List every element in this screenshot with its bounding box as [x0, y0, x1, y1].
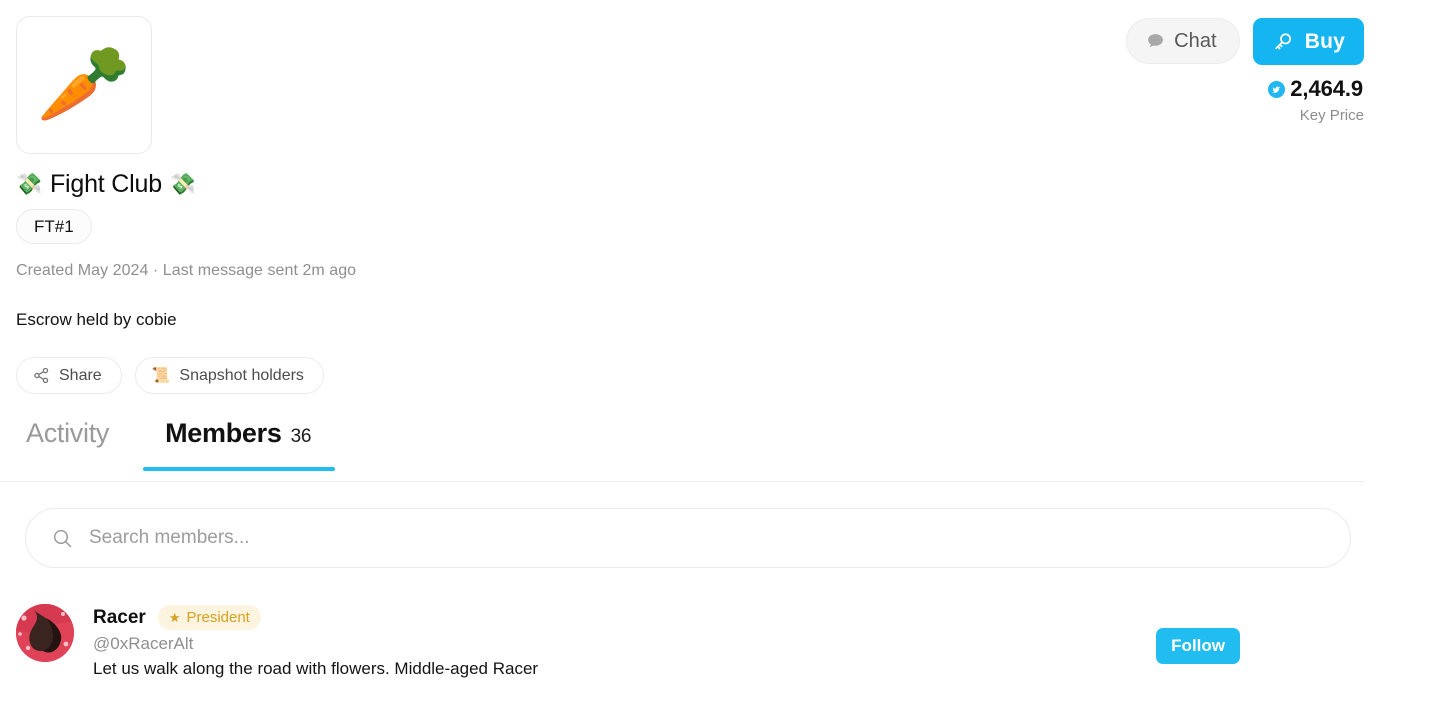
tab-activity[interactable]: Activity	[14, 418, 143, 471]
member-details: Racer ★ President @0xRacerAlt Let us wal…	[93, 602, 1137, 679]
member-name: Racer	[93, 606, 146, 628]
member-handle: @0xRacerAlt	[93, 634, 194, 653]
tab-bar: Activity Members 36	[14, 418, 336, 471]
page-title: 💸 Fight Club 💸	[16, 170, 196, 199]
follow-button[interactable]: Follow	[1156, 628, 1240, 664]
key-price-caption: Key Price	[1299, 107, 1364, 124]
snapshot-holders-label: Snapshot holders	[179, 366, 304, 384]
list-item: Racer ★ President @0xRacerAlt Let us wal…	[16, 602, 1348, 679]
tab-members-count: 36	[290, 426, 312, 447]
avatar[interactable]	[16, 604, 74, 662]
coin-icon	[1268, 80, 1286, 98]
status-badge: ★ President	[157, 605, 261, 630]
club-meta: Created May 2024 · Last message sent 2m …	[16, 262, 357, 279]
status-badge-label: President	[186, 609, 250, 626]
member-bio: Let us walk along the road with flowers.…	[93, 659, 539, 678]
tab-members[interactable]: Members 36	[143, 418, 336, 471]
ticker-badge[interactable]: FT#1	[16, 209, 92, 244]
chat-bubble-icon	[1146, 32, 1165, 51]
key-icon	[1272, 31, 1294, 53]
share-button[interactable]: Share	[16, 357, 122, 394]
money-wings-emoji-left: 💸	[16, 173, 42, 196]
search-icon	[52, 528, 73, 549]
share-icon	[33, 367, 50, 384]
key-price-value: 2,464.9	[1290, 76, 1363, 101]
club-thumbnail[interactable]: 🥕	[16, 16, 152, 154]
club-profile-page: Chat Buy 2,464.9 Key Price 🥕 💸 Fight Clu…	[0, 0, 1456, 711]
scroll-icon: 📜	[151, 367, 171, 384]
carrot-emoji: 🥕	[36, 42, 132, 127]
money-wings-emoji-right: 💸	[169, 173, 196, 196]
buy-button[interactable]: Buy	[1252, 18, 1364, 65]
member-name-line: Racer ★ President	[93, 605, 1137, 630]
tab-divider	[0, 481, 1364, 482]
chat-button[interactable]: Chat	[1126, 18, 1240, 64]
buy-button-label: Buy	[1304, 29, 1345, 53]
buy-section: Buy 2,464.9 Key Price	[1252, 18, 1364, 124]
tab-members-label: Members	[165, 418, 282, 448]
search-bar[interactable]	[25, 508, 1351, 568]
snapshot-holders-button[interactable]: 📜 Snapshot holders	[134, 357, 324, 394]
search-input[interactable]	[89, 527, 1324, 549]
club-name: Fight Club	[49, 170, 162, 198]
action-pill-row: Share 📜 Snapshot holders	[16, 357, 324, 394]
escrow-info: Escrow held by cobie	[16, 310, 177, 329]
tab-activity-label: Activity	[26, 418, 110, 448]
star-icon: ★	[168, 610, 181, 625]
top-actions: Chat Buy 2,464.9 Key Price	[1126, 18, 1364, 124]
share-button-label: Share	[59, 366, 102, 384]
key-price-row: 2,464.9	[1268, 76, 1363, 102]
chat-button-label: Chat	[1174, 29, 1217, 52]
